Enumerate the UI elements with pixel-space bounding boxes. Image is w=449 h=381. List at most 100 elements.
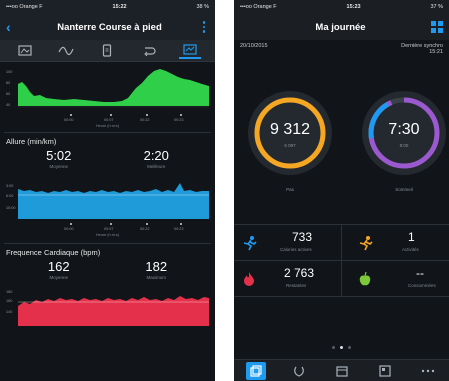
heart-title: Frequence Cardiaque (bpm)	[6, 248, 101, 257]
pace-best-value: 2:20	[143, 148, 169, 163]
pace-best-label: Meilleure	[147, 164, 166, 169]
pace-stats: 5:02 Moyenne 2:20 Meilleure	[0, 148, 215, 169]
pace-fill	[18, 183, 209, 219]
sleep-goal: 8:00	[399, 143, 409, 148]
device-icon	[103, 44, 112, 57]
elev-xtick: 00:07	[104, 118, 114, 122]
tab-summary[interactable]	[14, 43, 36, 59]
my-day-icon	[249, 364, 262, 377]
pace-x-dot	[110, 223, 112, 225]
heart-fill	[18, 296, 209, 326]
pace-best: 2:20 Meilleure	[144, 148, 169, 169]
page-indicator[interactable]	[234, 346, 449, 349]
elev-x-dot	[146, 114, 148, 116]
carrier-label: •••oo Orange F	[240, 4, 277, 10]
calendar-icon	[335, 365, 348, 377]
nav-challenges[interactable]	[289, 362, 309, 380]
consumed-tile[interactable]: -- Consommées	[342, 261, 449, 297]
elevation-chart: 100 80 60 40 00:00 00:07 00:22 00:23 Heu…	[4, 62, 211, 132]
nav-my-day[interactable]	[245, 361, 266, 380]
flame-icon	[244, 272, 254, 286]
tab-laps[interactable]	[138, 43, 160, 59]
steps-widget[interactable]: 9 312 6 097 Pas	[248, 91, 332, 195]
pace-section: Allure (min/km) 5:02 Moyenne 2:20 Meille…	[0, 133, 215, 243]
more-menu-icon[interactable]	[199, 21, 209, 33]
sync-time: 15:21	[429, 49, 443, 55]
consumed-label: Consommées	[408, 283, 436, 288]
nav-more[interactable]	[418, 362, 438, 380]
activity-runner-icon	[359, 236, 373, 251]
date-row: 20/10/2015 Dernière synchro 15:21	[234, 40, 449, 58]
elevation-fill	[18, 69, 209, 106]
battery-label: 38 %	[196, 4, 209, 10]
app-header: Ma journée	[234, 14, 449, 40]
pace-xtick: 00:00	[64, 227, 74, 231]
sleep-value: 7:30	[388, 121, 420, 138]
pace-average-label: Moyenne	[49, 164, 68, 169]
battery-label: 37 %	[430, 4, 443, 10]
pace-x-dot	[180, 223, 182, 225]
steps-label: Pas	[286, 187, 294, 192]
tab-charts[interactable]	[179, 43, 202, 59]
page-dot[interactable]	[348, 346, 351, 349]
pace-x-dot	[146, 223, 148, 225]
more-dots-icon	[421, 369, 434, 372]
carrier-label: •••oo Orange F	[6, 4, 43, 10]
heart-average-value: 162	[47, 259, 70, 274]
widgets-grid-icon[interactable]	[431, 21, 443, 33]
calories-tile[interactable]: 733 Calories actives	[234, 225, 341, 261]
heart-average: 162 Moyenne	[48, 259, 70, 280]
chart-icon	[183, 44, 197, 55]
heart-max: 182 Maximum	[145, 259, 167, 280]
elev-x-dot	[70, 114, 72, 116]
remaining-tile[interactable]: 2 763 Restantes	[234, 261, 341, 297]
activities-label: Activités	[402, 247, 419, 252]
status-bar: •••oo Orange F 15:23 37 %	[234, 0, 449, 14]
pace-chart: 3:00 6:00 10:00 00:00 00:07 00:22 00:23 …	[4, 175, 211, 243]
nav-calendar[interactable]	[332, 362, 352, 380]
steps-ring: 9 312 6 097	[248, 91, 332, 175]
activity-tabs	[0, 40, 215, 62]
sync-info: Dernière synchro 15:21	[401, 43, 443, 55]
bottom-nav	[234, 359, 449, 381]
pace-x-title: Heure (h:m:s)	[95, 233, 120, 237]
heart-area	[18, 296, 209, 326]
pace-average: 5:02 Moyenne	[46, 148, 71, 169]
pace-x-dot	[70, 223, 72, 225]
activities-value: 1	[408, 230, 415, 244]
status-bar: •••oo Orange F 15:22 38 %	[0, 0, 215, 14]
tab-splits[interactable]	[55, 43, 77, 59]
current-date: 20/10/2015	[240, 43, 268, 49]
heart-max-value: 182	[145, 259, 168, 274]
steps-value: 9 312	[269, 121, 311, 138]
sleep-widget[interactable]: 7:30 8:00 Sommeil	[362, 91, 446, 195]
activity-detail-screen: •••oo Orange F 15:22 38 % ‹ Nanterre Cou…	[0, 0, 215, 381]
app-header: ‹ Nanterre Course à pied	[0, 14, 215, 40]
elev-xtick: 00:23	[174, 118, 184, 122]
steps-goal: 6 097	[284, 143, 296, 148]
summary-tab-icon	[18, 45, 32, 56]
tab-device[interactable]	[96, 43, 118, 59]
elev-xtick: 00:00	[64, 118, 74, 122]
heart-stats: 162 Moyenne 182 Maximum	[0, 259, 215, 280]
page-dot[interactable]	[332, 346, 335, 349]
nav-news[interactable]	[375, 362, 395, 380]
elev-x-dot	[110, 114, 112, 116]
remaining-label: Restantes	[286, 283, 307, 288]
page-title: Nanterre Course à pied	[57, 21, 162, 33]
pace-xtick: 00:07	[104, 227, 114, 231]
page-dot-active[interactable]	[340, 346, 343, 349]
back-chevron-icon[interactable]: ‹	[6, 20, 20, 34]
pace-average-value: 5:02	[46, 148, 72, 163]
elev-xtick: 00:22	[140, 118, 150, 122]
elev-x-title: Heure (h:m:s)	[95, 124, 120, 128]
pace-title: Allure (min/km)	[6, 137, 57, 146]
activities-tile[interactable]: 1 Activités	[342, 225, 449, 261]
laurel-icon	[293, 366, 304, 377]
heart-average-label: Moyenne	[49, 275, 68, 280]
heart-chart: 180 160 140	[4, 286, 211, 326]
pace-xtick: 00:22	[140, 227, 150, 231]
sleep-ring: 7:30 8:00	[362, 91, 446, 175]
my-day-screen: •••oo Orange F 15:23 37 % Ma journée 20/…	[234, 0, 449, 381]
splits-wave-icon	[58, 46, 74, 55]
